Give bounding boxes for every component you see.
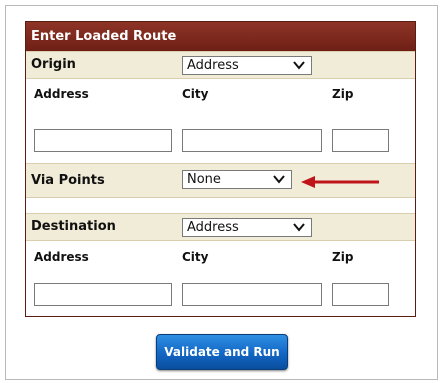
destination-address-input[interactable] — [34, 283, 172, 306]
validate-and-run-button[interactable]: Validate and Run — [156, 334, 288, 370]
chevron-down-icon — [293, 223, 305, 232]
destination-type-value: Address — [187, 220, 239, 235]
chevron-down-icon — [273, 175, 285, 184]
destination-city-label: City — [182, 250, 209, 264]
via-points-select[interactable]: None — [182, 170, 292, 189]
origin-city-input[interactable] — [182, 129, 322, 152]
destination-type-select[interactable]: Address — [182, 218, 312, 237]
origin-zip-label: Zip — [332, 87, 354, 101]
origin-zip-input[interactable] — [332, 129, 389, 152]
origin-type-value: Address — [187, 58, 239, 73]
origin-label: Origin — [31, 57, 76, 72]
via-points-label: Via Points — [31, 173, 105, 188]
destination-city-input[interactable] — [182, 283, 322, 306]
arrow-left-icon — [301, 176, 379, 188]
origin-type-select[interactable]: Address — [182, 56, 312, 75]
origin-city-label: City — [182, 87, 209, 101]
panel-title: Enter Loaded Route — [26, 22, 415, 51]
destination-zip-label: Zip — [332, 250, 354, 264]
chevron-down-icon — [293, 61, 305, 70]
destination-zip-input[interactable] — [332, 283, 389, 306]
loaded-route-panel: Enter Loaded Route Origin Address Addres… — [25, 21, 416, 317]
destination-address-label: Address — [34, 250, 89, 264]
origin-address-label: Address — [34, 87, 89, 101]
via-points-value: None — [187, 172, 221, 187]
destination-label: Destination — [31, 219, 116, 234]
origin-address-input[interactable] — [34, 129, 172, 152]
